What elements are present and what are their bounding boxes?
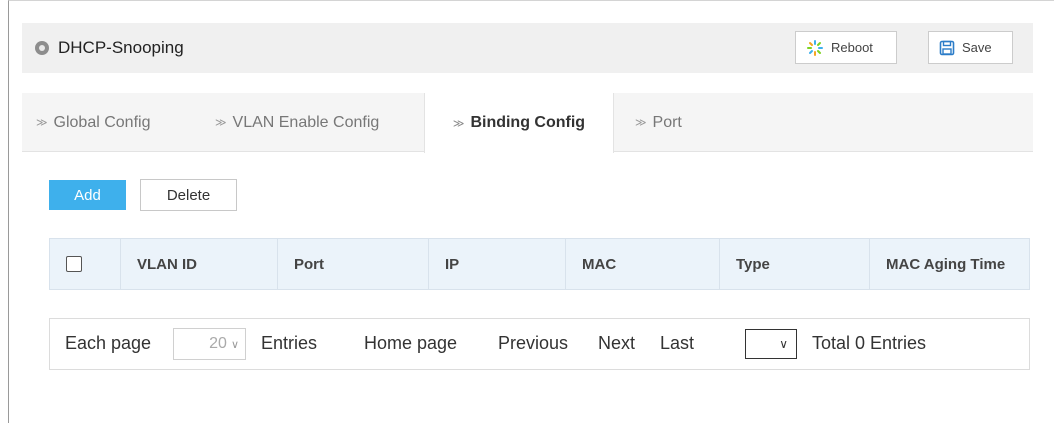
chevron-down-icon: ∨	[779, 337, 788, 351]
add-button[interactable]: Add	[49, 180, 126, 210]
home-page-link[interactable]: Home page	[364, 333, 457, 354]
tab-label: Binding Config	[470, 114, 586, 131]
binding-table-header: VLAN ID Port IP MAC Type MAC Aging Time	[49, 238, 1030, 290]
tab-port[interactable]: ≫ Port	[635, 93, 682, 152]
next-page-link[interactable]: Next	[598, 333, 635, 354]
pagination-bar: Each page 20 ∨ Entries Home page Previou…	[49, 318, 1030, 370]
tab-global-config[interactable]: ≫ Global Config	[36, 93, 150, 152]
total-entries-label: Total 0 Entries	[812, 333, 927, 353]
tab-vlan-enable-config[interactable]: ≫ VLAN Enable Config	[215, 93, 379, 152]
chevron-down-icon: ∨	[230, 338, 239, 351]
page-number-select[interactable]: ∨	[745, 329, 797, 359]
chevron-double-right-icon: ≫	[36, 117, 48, 129]
chevron-double-right-icon: ≫	[215, 117, 227, 129]
page-size-select[interactable]: 20 ∨	[173, 328, 246, 360]
last-page-link[interactable]: Last	[660, 333, 694, 354]
tab-binding-config[interactable]: ≫ Binding Config	[424, 93, 614, 153]
column-header-type[interactable]: Type	[720, 239, 870, 289]
column-header-mac[interactable]: MAC	[566, 239, 720, 289]
tab-label: Global Config	[53, 113, 151, 131]
delete-button[interactable]: Delete	[140, 179, 237, 211]
spinner-icon	[807, 39, 823, 56]
save-label: Save	[962, 40, 992, 55]
column-header-vlan-id[interactable]: VLAN ID	[121, 239, 278, 289]
each-page-label: Each page	[65, 333, 152, 353]
save-button[interactable]: Save	[928, 31, 1013, 64]
select-all-checkbox[interactable]	[66, 256, 82, 272]
previous-page-link[interactable]: Previous	[498, 333, 568, 354]
tab-label: Port	[652, 113, 682, 131]
column-header-ip[interactable]: IP	[429, 239, 566, 289]
chevron-double-right-icon: ≫	[452, 117, 465, 130]
page-title: DHCP-Snooping	[58, 38, 184, 57]
tab-bar: ≫ Global Config ≫ VLAN Enable Config ≫ B…	[22, 93, 1033, 153]
circle-dot-icon	[35, 41, 49, 55]
tab-label: VLAN Enable Config	[232, 113, 380, 131]
column-header-mac-aging-time[interactable]: MAC Aging Time	[870, 239, 1030, 289]
select-all-cell	[50, 239, 121, 289]
floppy-disk-icon	[939, 40, 955, 55]
column-header-port[interactable]: Port	[278, 239, 429, 289]
entries-label: Entries	[261, 333, 318, 353]
reboot-label: Reboot	[831, 40, 873, 55]
reboot-button[interactable]: Reboot	[795, 31, 897, 64]
chevron-double-right-icon: ≫	[635, 117, 647, 129]
page-size-value: 20	[209, 335, 227, 352]
page-header: DHCP-Snooping Reboot Save	[22, 23, 1033, 73]
